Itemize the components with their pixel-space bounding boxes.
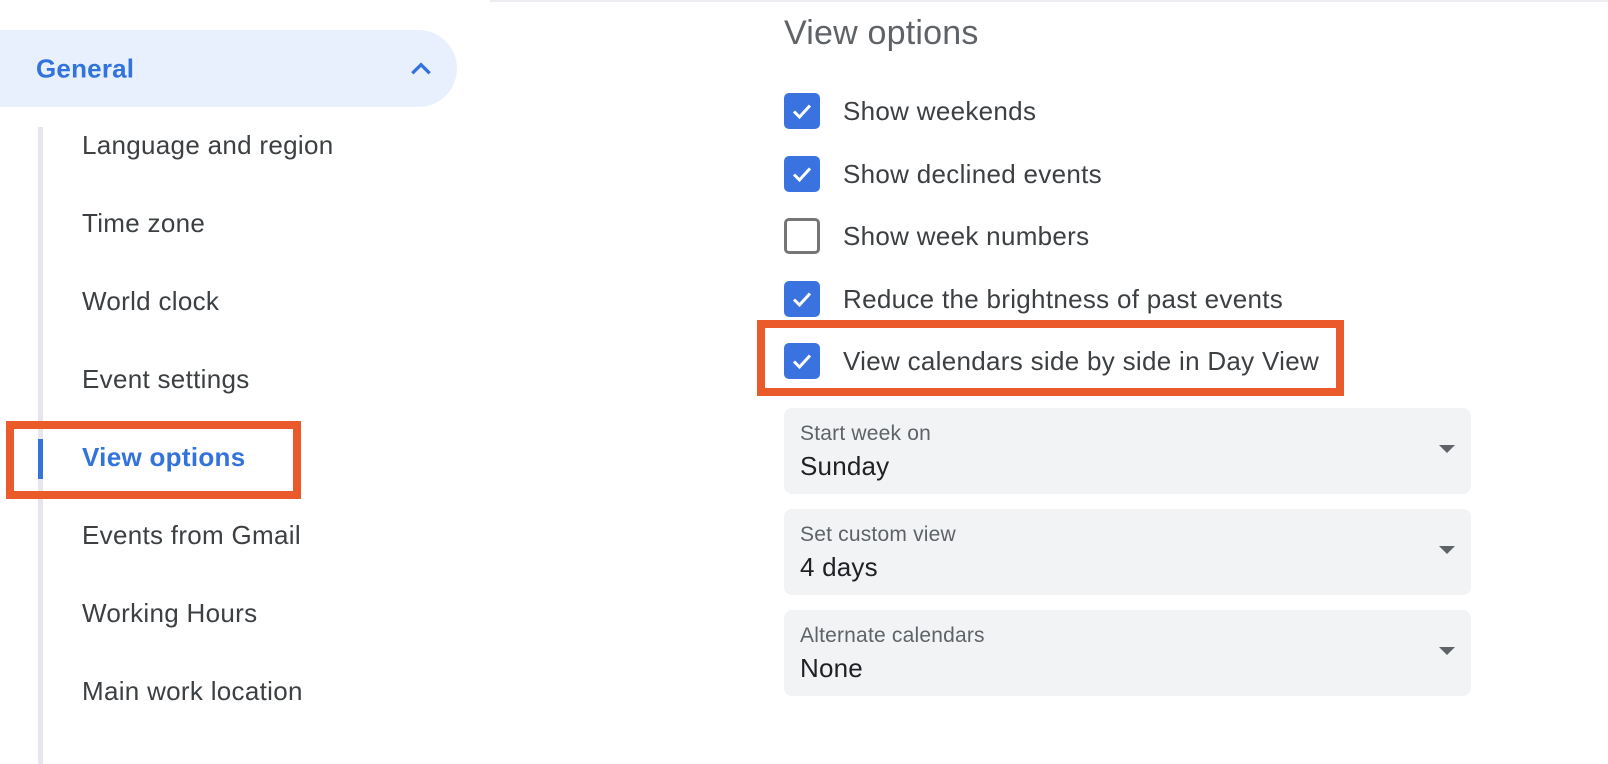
select-value: Sunday	[800, 451, 890, 481]
dropdown-arrow-icon[interactable]	[1439, 546, 1455, 554]
checkbox[interactable]	[784, 156, 820, 192]
checkmark-icon	[792, 292, 812, 308]
checkmark-icon	[792, 167, 812, 183]
checkbox-show-declined-events[interactable]: Show declined events	[784, 156, 1102, 192]
dropdown-arrow-icon[interactable]	[1439, 647, 1455, 655]
sidebar-section-label: General	[36, 53, 135, 83]
checkbox-label: Show declined events	[843, 158, 1102, 189]
select-start-week-on[interactable]: Start week on Sunday	[784, 408, 1471, 494]
checkmark-icon	[792, 104, 812, 120]
select-label: Start week on	[800, 422, 931, 445]
select-alternate-calendars[interactable]: Alternate calendars None	[784, 610, 1471, 696]
checkbox-show-weekends[interactable]: Show weekends	[784, 93, 1036, 129]
select-label: Alternate calendars	[800, 624, 985, 647]
checkbox-label: Show week numbers	[843, 220, 1090, 251]
dropdown-arrow-icon[interactable]	[1439, 445, 1455, 453]
checkbox[interactable]	[784, 343, 820, 379]
checkbox-reduce-brightness-past-events[interactable]: Reduce the brightness of past events	[784, 281, 1283, 317]
checkbox[interactable]	[784, 218, 820, 254]
sidebar-item-events-from-gmail[interactable]: Events from Gmail	[82, 520, 301, 551]
active-indicator	[38, 439, 43, 479]
checkbox-label: Show weekends	[843, 95, 1037, 126]
sidebar-section-general[interactable]: General	[0, 30, 457, 107]
select-label: Set custom view	[800, 523, 956, 546]
checkbox-label: Reduce the brightness of past events	[843, 283, 1284, 314]
checkbox-show-week-numbers[interactable]: Show week numbers	[784, 218, 1089, 254]
sidebar-item-view-options[interactable]: View options	[82, 442, 245, 473]
sidebar-item-main-work-location[interactable]: Main work location	[82, 676, 303, 707]
sidebar-item-language-and-region[interactable]: Language and region	[82, 130, 333, 161]
chevron-up-icon[interactable]	[408, 56, 434, 82]
page-title: View options	[784, 14, 979, 52]
sidebar-item-world-clock[interactable]: World clock	[82, 286, 219, 317]
checkbox-label: View calendars side by side in Day View	[843, 345, 1320, 376]
checkmark-icon	[792, 354, 812, 370]
select-value: None	[800, 653, 863, 683]
select-custom-view[interactable]: Set custom view 4 days	[784, 509, 1471, 595]
sidebar-item-working-hours[interactable]: Working Hours	[82, 598, 257, 629]
sidebar-item-event-settings[interactable]: Event settings	[82, 364, 250, 395]
sidebar-item-time-zone[interactable]: Time zone	[82, 208, 205, 239]
checkbox-view-calendars-side-by-side[interactable]: View calendars side by side in Day View	[784, 343, 1319, 379]
checkbox[interactable]	[784, 281, 820, 317]
checkbox[interactable]	[784, 93, 820, 129]
top-divider	[490, 0, 1608, 2]
select-value: 4 days	[800, 552, 878, 582]
